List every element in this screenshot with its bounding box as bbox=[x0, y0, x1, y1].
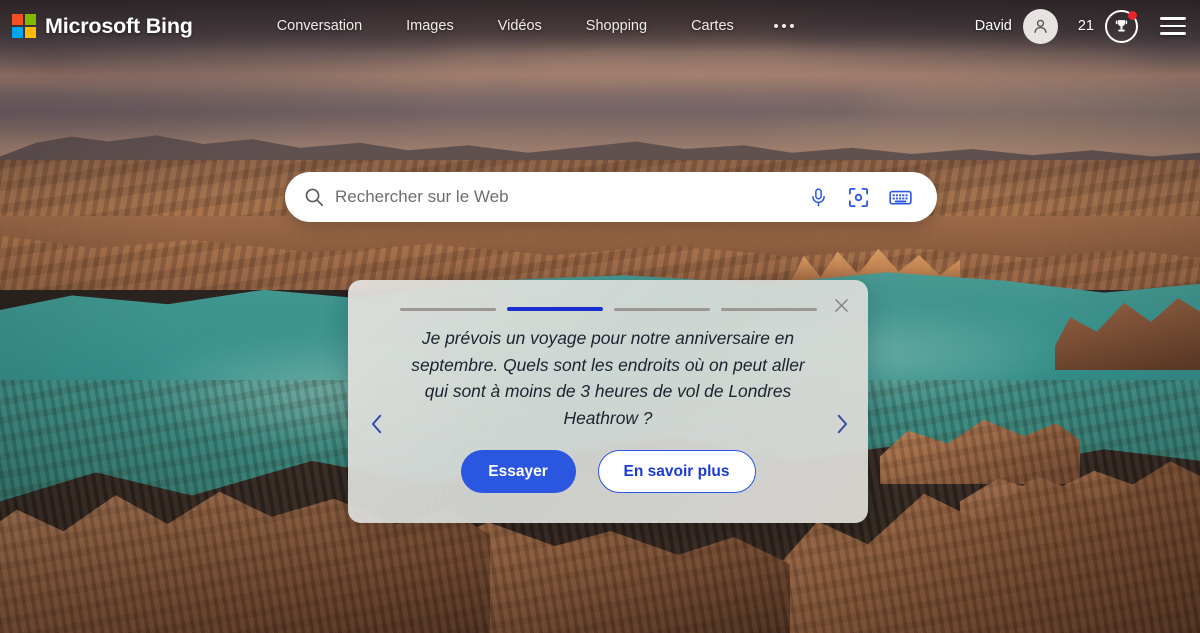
rewards-points-label[interactable]: 21 bbox=[1078, 18, 1094, 34]
search-input[interactable] bbox=[335, 187, 808, 207]
microphone-icon[interactable] bbox=[808, 187, 829, 208]
brand-logo-link[interactable]: Microsoft Bing bbox=[0, 14, 193, 39]
nav-item-images[interactable]: Images bbox=[384, 12, 476, 40]
main-navigation: Conversation Images Vidéos Shopping Cart… bbox=[255, 12, 812, 40]
keyboard-icon[interactable] bbox=[888, 185, 913, 210]
card-action-buttons: Essayer En savoir plus bbox=[348, 450, 868, 523]
ellipsis-icon[interactable] bbox=[756, 18, 812, 34]
trophy-glyph-icon bbox=[1115, 19, 1128, 31]
carousel-progress-indicators bbox=[348, 280, 868, 322]
nav-item-videos[interactable]: Vidéos bbox=[476, 12, 564, 40]
header-right-cluster: David 21 bbox=[975, 8, 1200, 44]
rewards-trophy-icon[interactable] bbox=[1105, 9, 1138, 43]
person-avatar-icon bbox=[1034, 19, 1047, 33]
promo-card-text: Je prévois un voyage pour notre annivers… bbox=[411, 328, 805, 428]
learn-more-button[interactable]: En savoir plus bbox=[597, 450, 756, 493]
search-action-icons bbox=[808, 185, 913, 210]
nav-item-cartes[interactable]: Cartes bbox=[669, 12, 756, 40]
card-body: Je prévois un voyage pour notre annivers… bbox=[348, 322, 868, 450]
nav-item-shopping[interactable]: Shopping bbox=[564, 12, 669, 40]
cloud-shape bbox=[400, 86, 920, 124]
brand-name-label: Microsoft Bing bbox=[45, 13, 193, 38]
close-x-icon[interactable] bbox=[828, 292, 854, 318]
try-button[interactable]: Essayer bbox=[460, 450, 576, 493]
visual-search-icon[interactable] bbox=[847, 186, 870, 209]
promo-carousel-card: Je prévois un voyage pour notre annivers… bbox=[348, 280, 868, 523]
bing-homepage: Microsoft Bing Conversation Images Vidéo… bbox=[0, 0, 1200, 633]
chevron-left-icon[interactable] bbox=[362, 404, 392, 444]
progress-bar-2[interactable] bbox=[506, 307, 603, 311]
top-header-bar: Microsoft Bing Conversation Images Vidéo… bbox=[0, 0, 1200, 52]
search-bar[interactable] bbox=[285, 172, 937, 222]
nav-item-conversation[interactable]: Conversation bbox=[255, 12, 384, 40]
user-name-label[interactable]: David bbox=[975, 18, 1012, 34]
progress-bar-3[interactable] bbox=[613, 307, 710, 311]
search-magnifier-icon bbox=[303, 186, 325, 208]
notification-badge-dot bbox=[1128, 10, 1137, 20]
microsoft-logo-icon bbox=[12, 14, 36, 38]
hamburger-menu-icon[interactable] bbox=[1160, 13, 1186, 38]
progress-bar-1[interactable] bbox=[399, 307, 496, 311]
avatar[interactable] bbox=[1022, 8, 1058, 44]
chevron-right-icon[interactable] bbox=[826, 404, 856, 444]
progress-bar-4[interactable] bbox=[720, 307, 817, 311]
